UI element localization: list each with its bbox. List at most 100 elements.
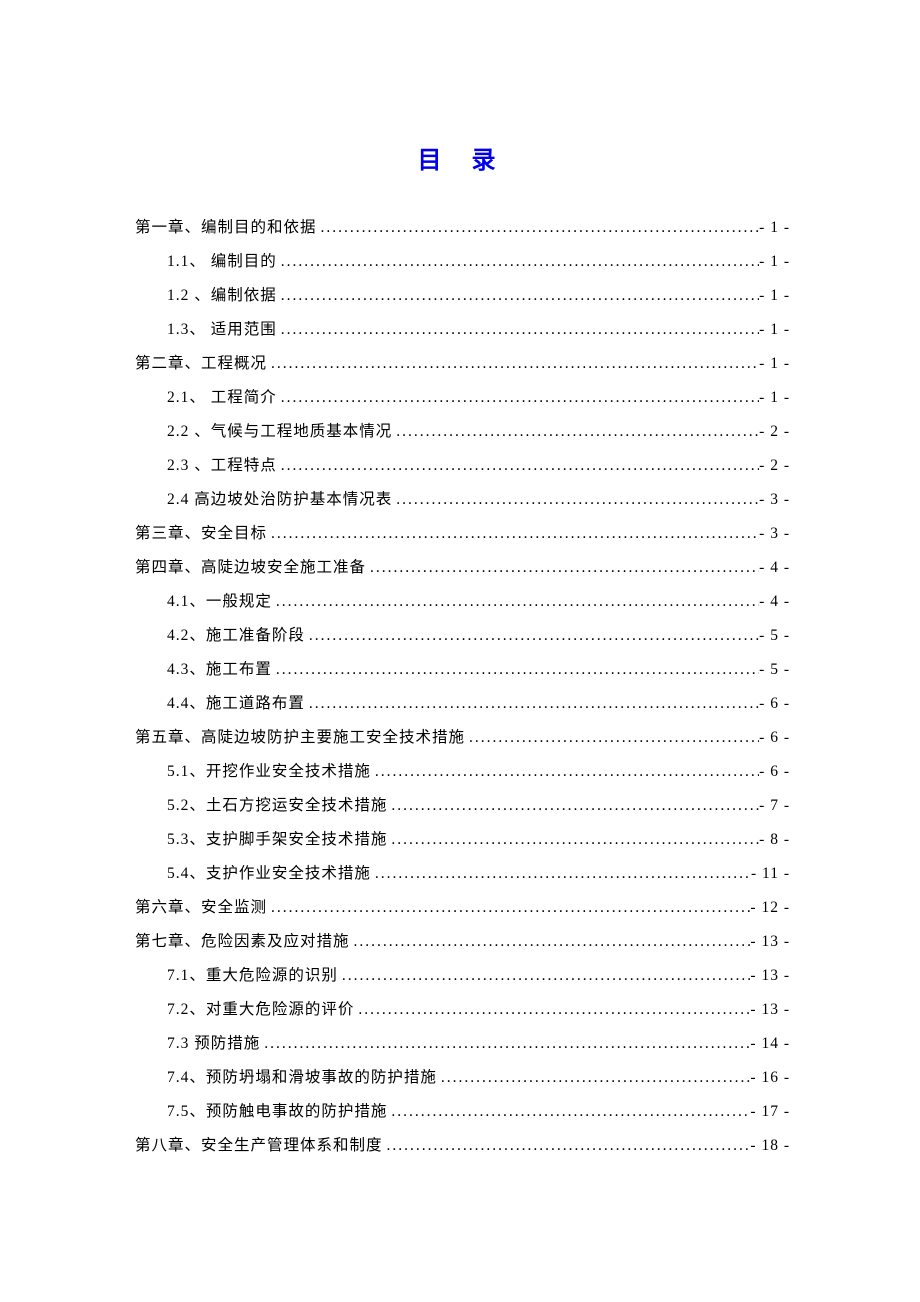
toc-entry-label: 7.4、预防坍塌和滑坡事故的防护措施: [167, 1070, 437, 1086]
toc-entry-page: - 18 -: [750, 1138, 790, 1154]
toc-leader-dots: [277, 254, 759, 270]
toc-entry-page: - 6 -: [759, 764, 790, 780]
toc-leader-dots: [437, 1070, 751, 1086]
toc-entry-label: 5.3、支护脚手架安全技术措施: [167, 832, 387, 848]
toc-entry-page: - 1 -: [759, 254, 790, 270]
toc-entry-label: 第四章、高陡边坡安全施工准备: [135, 560, 366, 576]
toc-entry-page: - 5 -: [759, 628, 790, 644]
toc-entry: 第五章、高陡边坡防护主要施工安全技术措施 - 6 -: [135, 730, 790, 746]
toc-entry: 第六章、安全监测 - 12 -: [135, 900, 790, 916]
toc-leader-dots: [392, 424, 759, 440]
toc-entry: 2.4 高边坡处治防护基本情况表- 3 -: [135, 492, 790, 508]
toc-leader-dots: [272, 662, 759, 678]
toc-entry: 7.3 预防措施 - 14 -: [135, 1036, 790, 1052]
toc-entry: 4.3、施工布置 - 5 -: [135, 662, 790, 678]
toc-entry-label: 5.4、支护作业安全技术措施: [167, 866, 371, 882]
toc-leader-dots: [267, 900, 750, 916]
toc-entry: 7.2、对重大危险源的评价 - 13 -: [135, 1002, 790, 1018]
toc-leader-dots: [305, 696, 759, 712]
toc-entry-label: 4.1、一般规定: [167, 594, 272, 610]
toc-entry-label: 1.1、 编制目的: [167, 254, 277, 270]
toc-entry-label: 7.1、重大危险源的识别: [167, 968, 338, 984]
toc-entry-page: - 14 -: [750, 1036, 790, 1052]
toc-entry-page: - 4 -: [759, 594, 790, 610]
toc-entry-label: 4.4、施工道路布置: [167, 696, 305, 712]
toc-leader-dots: [383, 1138, 751, 1154]
toc-leader-dots: [305, 628, 759, 644]
toc-leader-dots: [371, 866, 751, 882]
toc-entry: 5.2、土石方挖运安全技术措施 - 7 -: [135, 798, 790, 814]
toc-leader-dots: [338, 968, 751, 984]
toc-entry-page: - 11 -: [751, 866, 790, 882]
toc-entry-page: - 12 -: [750, 900, 790, 916]
toc-leader-dots: [277, 390, 759, 406]
toc-entry: 第四章、高陡边坡安全施工准备 - 4 -: [135, 560, 790, 576]
toc-entry-label: 第八章、安全生产管理体系和制度: [135, 1138, 383, 1154]
toc-leader-dots: [350, 934, 751, 950]
toc-entry: 4.1、一般规定 - 4 -: [135, 594, 790, 610]
toc-entry: 1.1、 编制目的 - 1 -: [135, 254, 790, 270]
toc-entry-label: 2.4 高边坡处治防护基本情况表: [167, 492, 392, 508]
toc-entry-page: - 13 -: [750, 1002, 790, 1018]
toc-leader-dots: [267, 356, 759, 372]
table-of-contents: 第一章、编制目的和依据 - 1 - 1.1、 编制目的 - 1 - 1.2 、编制依据 -…: [135, 220, 790, 1154]
toc-entry-label: 第五章、高陡边坡防护主要施工安全技术措施: [135, 730, 465, 746]
toc-entry: 第七章、危险因素及应对措施 - 13 -: [135, 934, 790, 950]
toc-entry-page: - 4 -: [759, 560, 790, 576]
toc-entry-page: - 17 -: [750, 1104, 790, 1120]
toc-entry-label: 2.3 、工程特点: [167, 458, 277, 474]
toc-leader-dots: [366, 560, 759, 576]
toc-entry-page: - 8 -: [759, 832, 790, 848]
toc-entry-page: - 2 -: [759, 424, 790, 440]
toc-leader-dots: [387, 832, 759, 848]
toc-leader-dots: [371, 764, 759, 780]
toc-entry-label: 7.5、预防触电事故的防护措施: [167, 1104, 387, 1120]
toc-entry: 第二章、工程概况 - 1 -: [135, 356, 790, 372]
toc-entry-label: 4.3、施工布置: [167, 662, 272, 678]
toc-entry: 7.1、重大危险源的识别 - 13 -: [135, 968, 790, 984]
toc-entry-page: - 2 -: [759, 458, 790, 474]
toc-entry: 1.2 、编制依据 - 1 -: [135, 288, 790, 304]
toc-entry: 7.5、预防触电事故的防护措施 - 17 -: [135, 1104, 790, 1120]
toc-entry-label: 7.2、对重大危险源的评价: [167, 1002, 354, 1018]
toc-entry: 1.3、 适用范围- 1 -: [135, 322, 790, 338]
toc-entry-label: 4.2、施工准备阶段: [167, 628, 305, 644]
toc-leader-dots: [277, 322, 759, 338]
toc-title: 目 录: [135, 140, 790, 175]
toc-entry-page: - 1 -: [759, 356, 790, 372]
toc-entry: 5.4、支护作业安全技术措施 - 11 -: [135, 866, 790, 882]
toc-leader-dots: [354, 1002, 750, 1018]
toc-leader-dots: [387, 798, 759, 814]
toc-leader-dots: [317, 220, 760, 236]
toc-entry-label: 第七章、危险因素及应对措施: [135, 934, 350, 950]
toc-entry-page: - 6 -: [759, 730, 790, 746]
toc-entry-label: 5.1、开挖作业安全技术措施: [167, 764, 371, 780]
toc-entry-label: 2.1、 工程简介: [167, 390, 277, 406]
toc-entry-page: - 16 -: [750, 1070, 790, 1086]
toc-entry: 7.4、预防坍塌和滑坡事故的防护措施 - 16 -: [135, 1070, 790, 1086]
toc-entry: 第八章、安全生产管理体系和制度 - 18 -: [135, 1138, 790, 1154]
toc-entry: 5.1、开挖作业安全技术措施 - 6 -: [135, 764, 790, 780]
toc-leader-dots: [277, 458, 759, 474]
toc-entry-page: - 3 -: [759, 526, 790, 542]
toc-leader-dots: [392, 492, 759, 508]
toc-entry-label: 第三章、安全目标: [135, 526, 267, 542]
toc-entry-page: - 1 -: [759, 288, 790, 304]
toc-entry-label: 第六章、安全监测: [135, 900, 267, 916]
toc-entry-label: 7.3 预防措施: [167, 1036, 260, 1052]
toc-entry: 2.3 、工程特点 - 2 -: [135, 458, 790, 474]
toc-entry-label: 1.2 、编制依据: [167, 288, 277, 304]
toc-entry-page: - 7 -: [759, 798, 790, 814]
toc-entry-page: - 13 -: [750, 934, 790, 950]
toc-entry-label: 1.3、 适用范围: [167, 322, 277, 338]
toc-entry: 2.1、 工程简介- 1 -: [135, 390, 790, 406]
toc-entry-page: - 5 -: [759, 662, 790, 678]
toc-entry-label: 5.2、土石方挖运安全技术措施: [167, 798, 387, 814]
toc-entry-label: 第二章、工程概况: [135, 356, 267, 372]
toc-leader-dots: [277, 288, 759, 304]
toc-entry: 4.4、施工道路布置- 6 -: [135, 696, 790, 712]
toc-entry-page: - 13 -: [750, 968, 790, 984]
toc-entry-label: 第一章、编制目的和依据: [135, 220, 317, 236]
toc-leader-dots: [267, 526, 759, 542]
toc-leader-dots: [465, 730, 759, 746]
